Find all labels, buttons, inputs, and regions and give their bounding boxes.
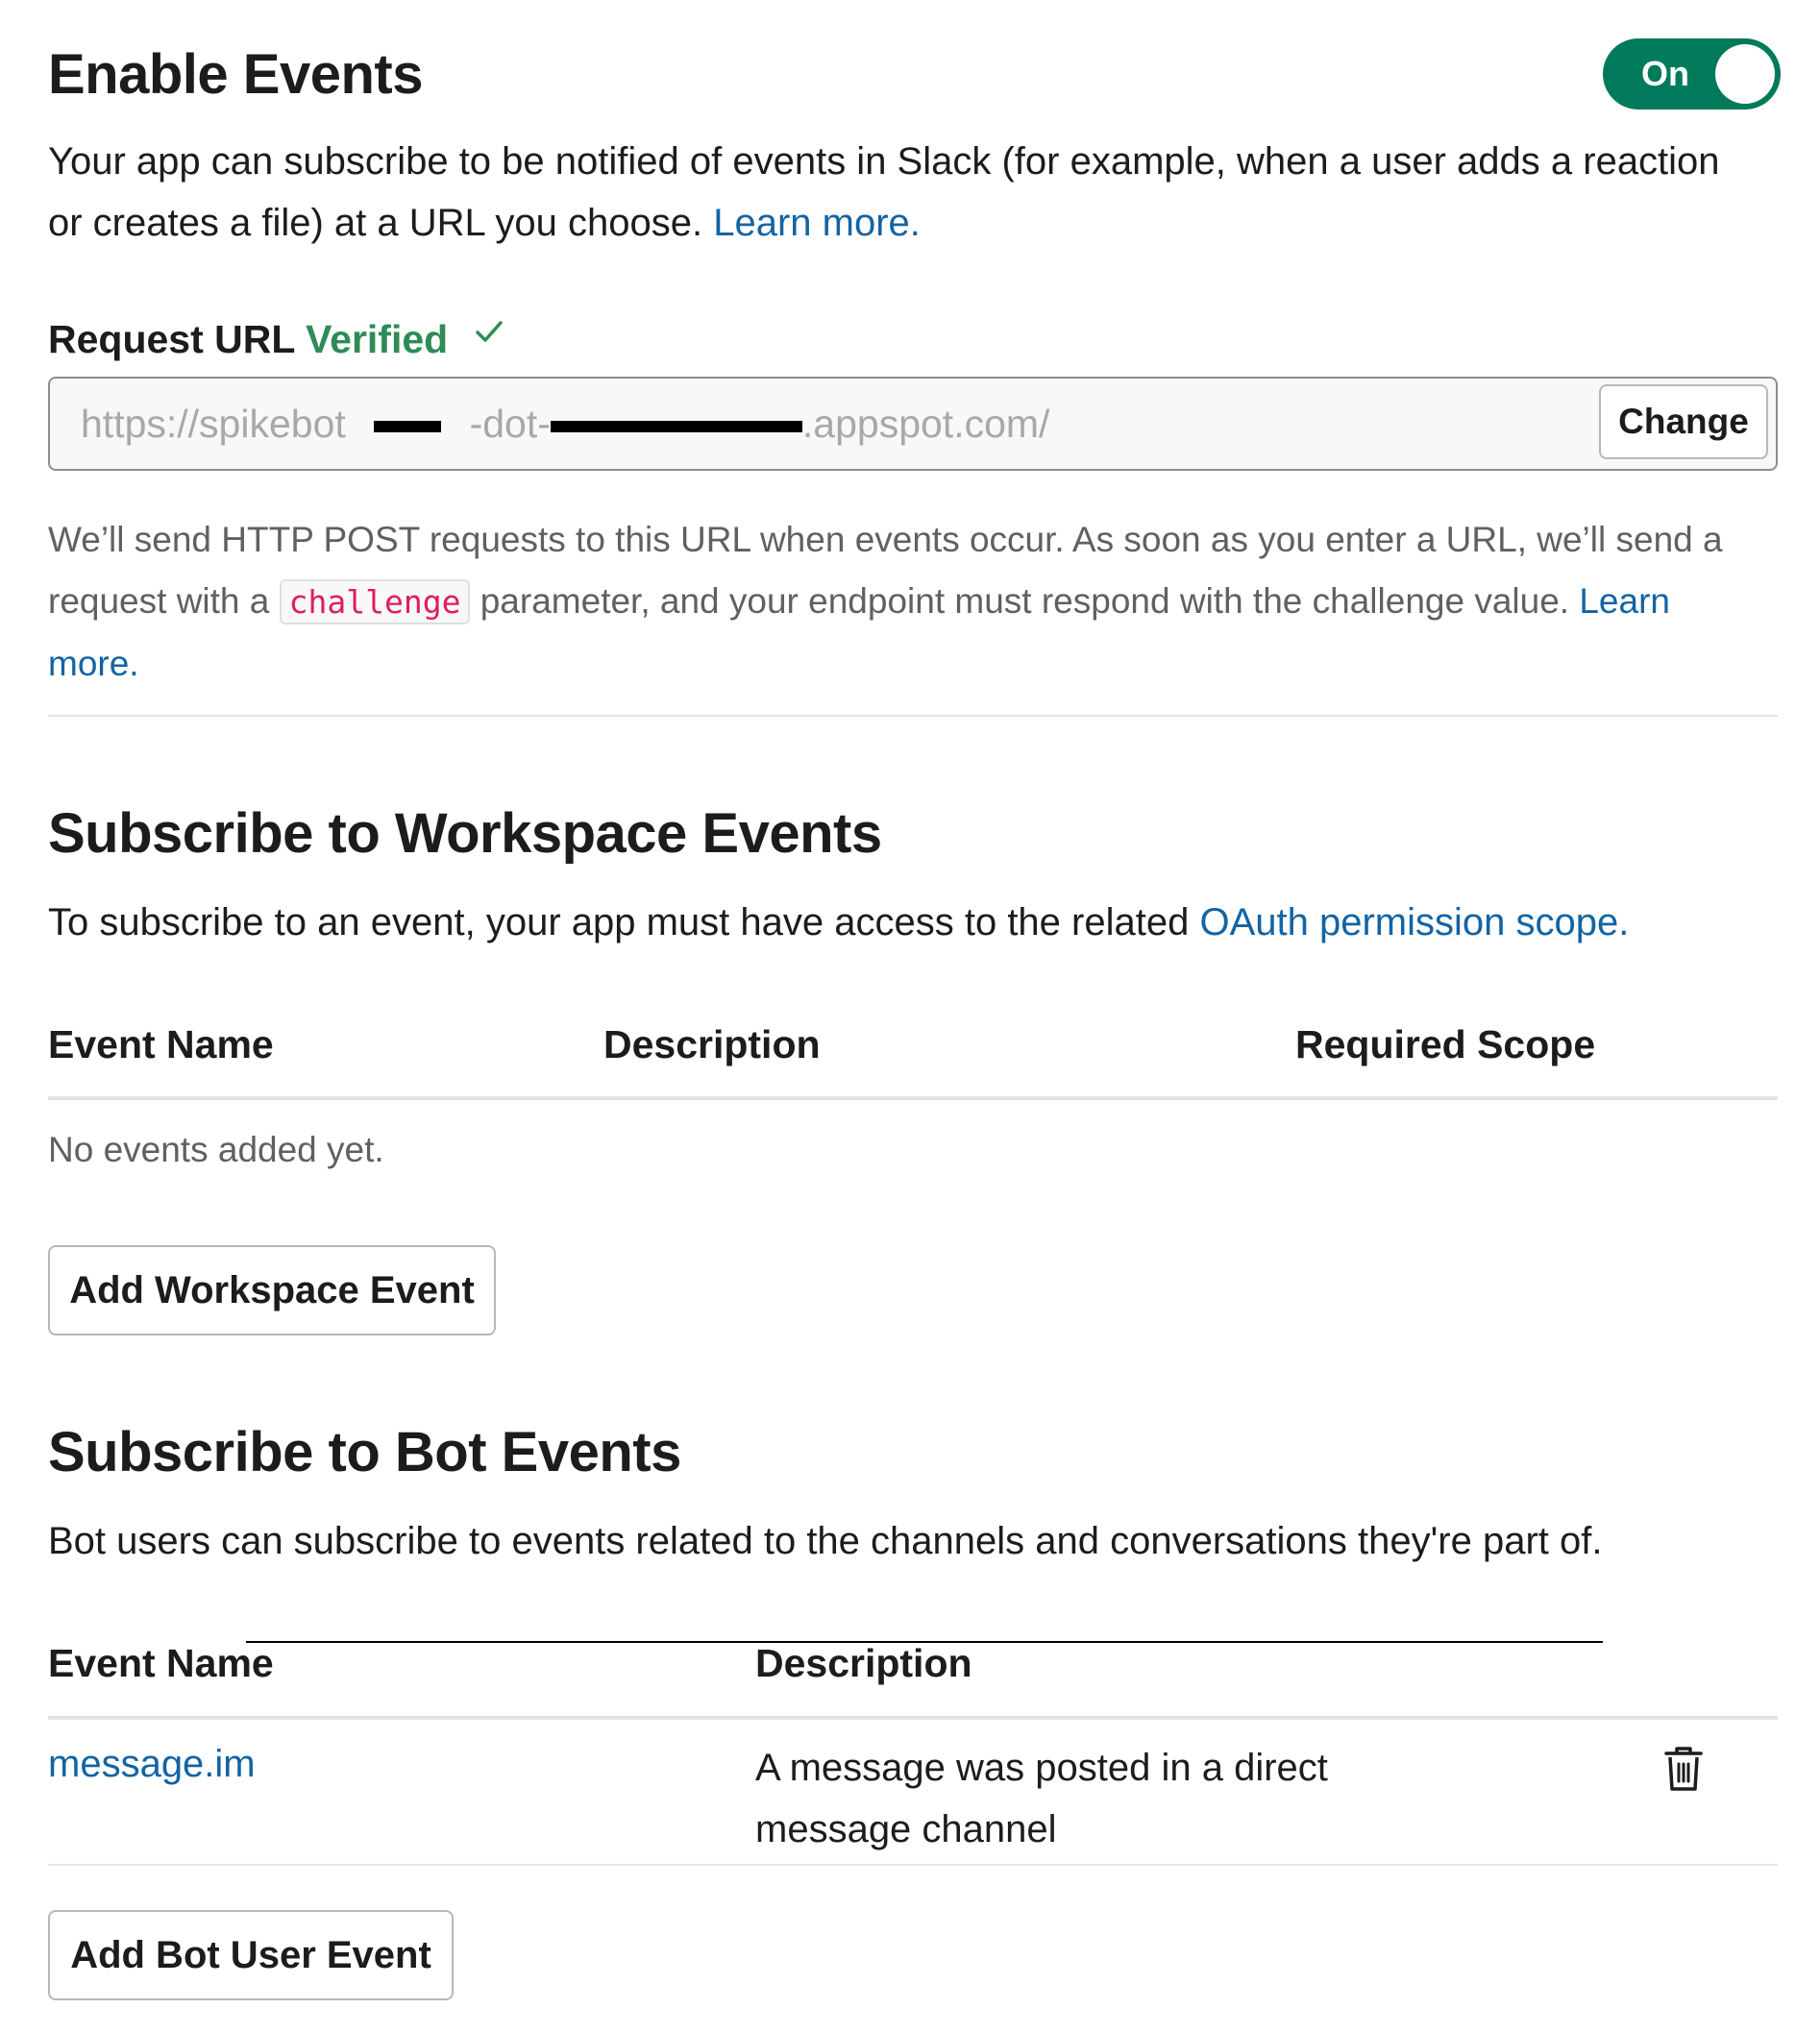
event-name-link[interactable]: message.im	[48, 1743, 256, 1786]
toggle-label: On	[1641, 54, 1689, 93]
learn-more-link[interactable]: Learn more.	[713, 202, 921, 244]
workspace-events-title: Subscribe to Workspace Events	[48, 802, 882, 865]
request-url-value: https://spikebot -dot- .appspot.com/	[81, 379, 1049, 469]
workspace-events-text: To subscribe to an event, your app must …	[48, 901, 1190, 943]
change-url-button[interactable]: Change	[1599, 384, 1768, 459]
oauth-scope-link[interactable]: OAuth permission scope.	[1199, 901, 1629, 943]
table-row: message.im A message was posted in a dir…	[48, 1720, 1778, 1864]
enable-events-description: Your app can subscribe to be notified of…	[48, 131, 1739, 254]
event-description-line: message channel	[755, 1808, 1057, 1850]
enable-events-toggle[interactable]: On	[1603, 38, 1781, 110]
redaction-bar	[550, 421, 802, 433]
trash-icon[interactable]	[1662, 1745, 1705, 1798]
request-url-label: Request URL	[48, 317, 295, 361]
column-description: Description	[603, 1022, 821, 1066]
request-url-input[interactable]: https://spikebot -dot- .appspot.com/ Chan…	[48, 377, 1778, 471]
url-middle: -dot-	[469, 402, 551, 446]
redaction-bar	[374, 421, 442, 433]
toggle-knob	[1715, 44, 1775, 104]
url-prefix: https://spikebot	[81, 402, 346, 446]
column-event-name: Event Name	[48, 1641, 274, 1685]
column-required-scope: Required Scope	[1295, 1022, 1596, 1066]
request-url-help: We’ll send HTTP POST requests to this UR…	[48, 509, 1768, 695]
workspace-events-description: To subscribe to an event, your app must …	[48, 892, 1778, 953]
event-description: A message was posted in a direct message…	[755, 1737, 1409, 1860]
help-text-after: parameter, and your endpoint must respon…	[480, 581, 1570, 621]
verified-status: Verified	[306, 317, 449, 361]
bot-events-description: Bot users can subscribe to events relate…	[48, 1520, 1603, 1562]
check-icon	[475, 309, 504, 355]
row-divider	[48, 1864, 1778, 1866]
table-header-divider	[48, 1096, 1778, 1100]
challenge-code: challenge	[279, 579, 471, 625]
enable-events-title: Enable Events	[48, 43, 423, 106]
section-divider	[48, 715, 1778, 717]
column-event-name: Event Name	[48, 1022, 274, 1066]
column-description: Description	[755, 1641, 972, 1685]
bot-events-title: Subscribe to Bot Events	[48, 1421, 681, 1483]
event-description-line: A message was posted in a direct	[755, 1747, 1328, 1789]
request-url-label-row: Request URL Verified	[48, 309, 504, 362]
empty-events-text: No events added yet.	[48, 1130, 384, 1169]
url-suffix: .appspot.com/	[801, 402, 1050, 446]
add-workspace-event-button[interactable]: Add Workspace Event	[48, 1245, 496, 1335]
add-bot-user-event-button[interactable]: Add Bot User Event	[48, 1910, 454, 2000]
